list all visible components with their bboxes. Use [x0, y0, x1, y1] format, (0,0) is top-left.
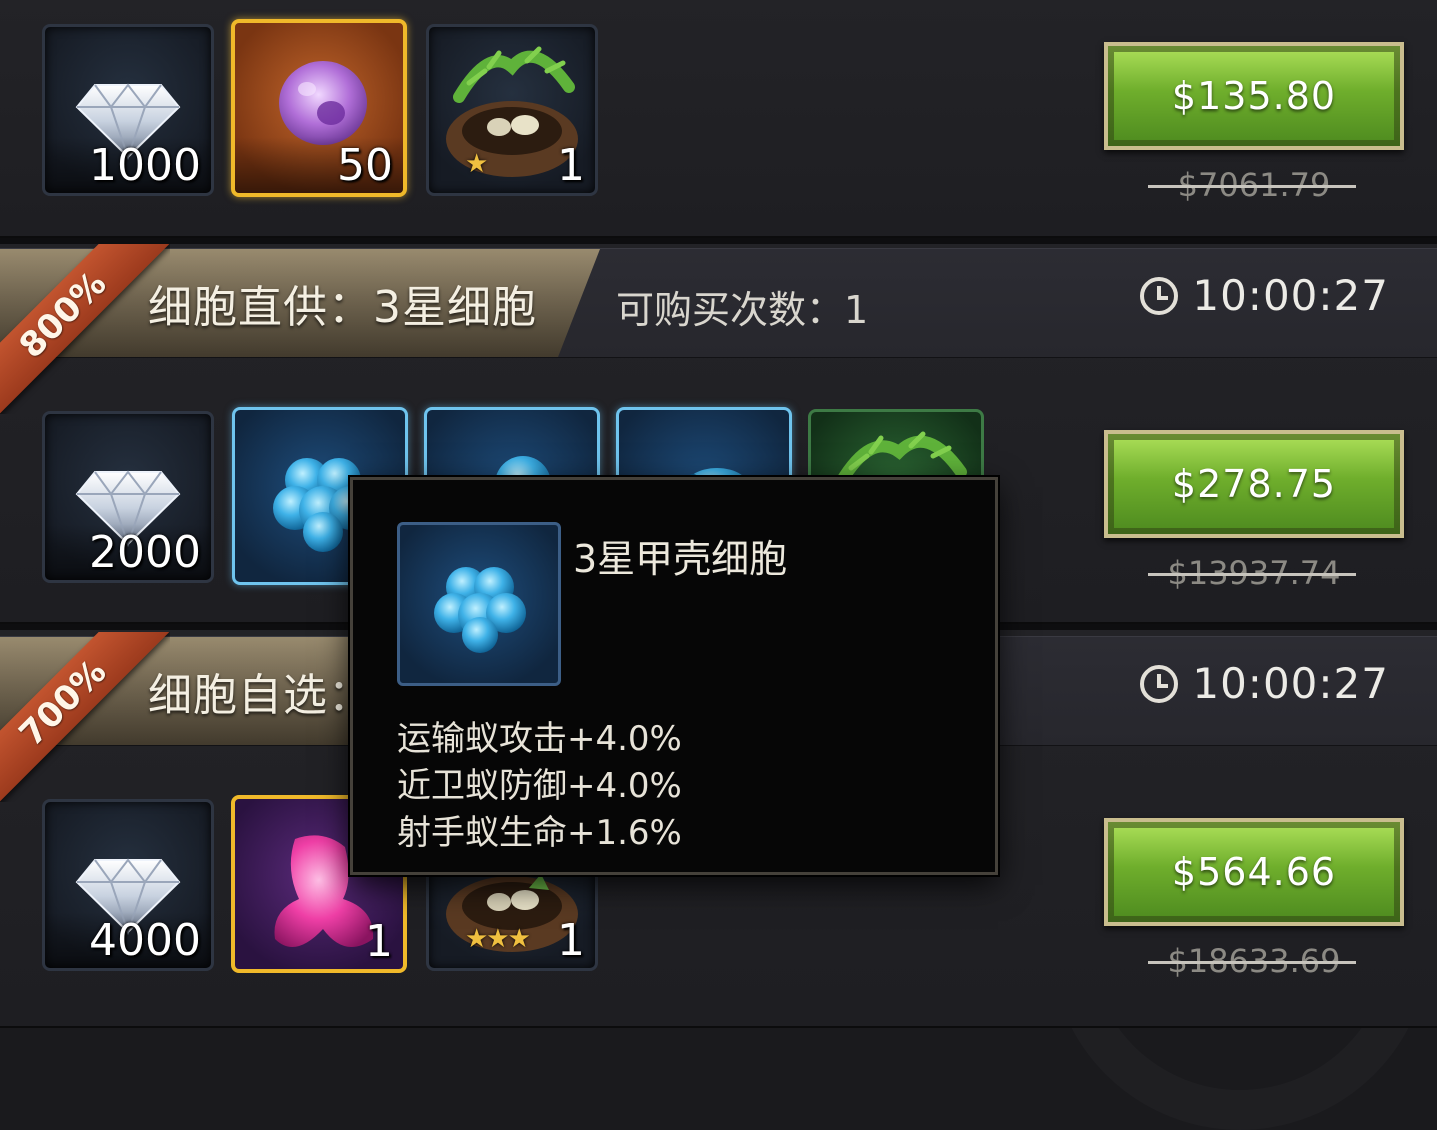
item-count: 50 [337, 140, 393, 191]
offer-2-item-diamond[interactable]: 2000 [42, 411, 214, 583]
item-count: 4000 [89, 915, 201, 966]
offer-1-item-nest[interactable]: ★ 1 [426, 24, 598, 196]
price-label: $135.80 [1171, 74, 1337, 118]
offer-3-discount-ribbon: 700% [0, 632, 170, 802]
discount-badge: 700% [0, 632, 170, 802]
offer-3-title: 细胞自选： [148, 670, 373, 721]
offer-1-original-price: $7061.79 [1104, 166, 1404, 204]
item-count: 1 [557, 140, 585, 191]
item-count: 1 [557, 915, 585, 966]
blue-cell-icon [434, 567, 526, 653]
tooltip-stat: 射手蚁生命+1.6% [397, 813, 682, 853]
item-count: 2000 [89, 527, 201, 578]
clock-icon [1140, 276, 1179, 315]
offer-2-title: 细胞直供：3星细胞 [148, 282, 537, 333]
tooltip-stat: 运输蚁攻击+4.0% [397, 719, 682, 759]
clock-icon [1140, 664, 1179, 703]
item-count: 1000 [89, 140, 201, 191]
tooltip-title: 3星甲壳细胞 [573, 537, 788, 581]
item-count: 1 [365, 916, 393, 967]
offer-1-item-purple-cell[interactable]: 50 [231, 19, 407, 197]
offer-2-timer: 10:00:27 [1140, 271, 1389, 320]
offer-3-timer: 10:00:27 [1140, 659, 1389, 708]
offer-2-purchase-limit: 可购买次数：1 [616, 288, 869, 332]
price-label: $278.75 [1171, 462, 1337, 506]
star-rating: ★★★ [465, 924, 531, 954]
offer-1-buy-button[interactable]: $135.80 [1104, 42, 1404, 150]
offer-3-buy-button[interactable]: $564.66 [1104, 818, 1404, 926]
tooltip-stats: 运输蚁攻击+4.0% 近卫蚁防御+4.0% 射手蚁生命+1.6% [397, 716, 682, 857]
offer-1-item-diamond[interactable]: 1000 [42, 24, 214, 196]
offer-2-discount-ribbon: 800% [0, 244, 170, 414]
offer-2-original-price: $13937.74 [1104, 554, 1404, 592]
star-rating: ★ [465, 149, 488, 179]
offer-3-item-diamond[interactable]: 4000 [42, 799, 214, 971]
item-tooltip: 3星甲壳细胞 运输蚁攻击+4.0% 近卫蚁防御+4.0% 射手蚁生命+1.6% [350, 477, 998, 875]
offer-3-original-price: $18633.69 [1104, 942, 1404, 980]
offer-2-header: 细胞直供：3星细胞 可购买次数：1 10:00:27 [0, 248, 1437, 358]
discount-badge: 800% [0, 244, 170, 414]
price-label: $564.66 [1171, 850, 1337, 894]
offer-2-buy-button[interactable]: $278.75 [1104, 430, 1404, 538]
tooltip-item-slot [397, 522, 561, 686]
tooltip-stat: 近卫蚁防御+4.0% [397, 766, 682, 806]
